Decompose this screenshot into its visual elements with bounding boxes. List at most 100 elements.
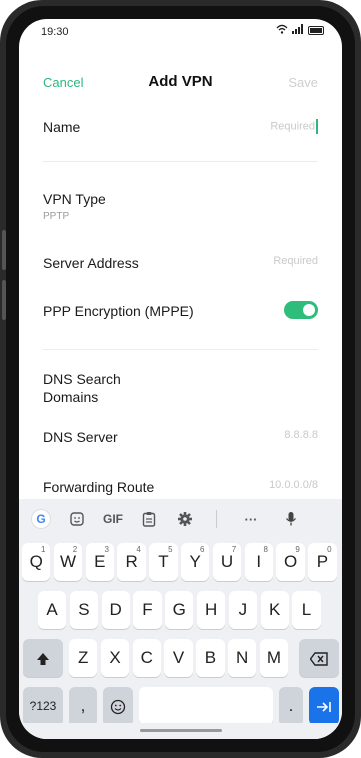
key-o[interactable]: O9 [276,543,305,581]
key-u[interactable]: U7 [212,543,242,581]
navigation-bar [19,723,342,739]
google-button[interactable]: G [23,499,59,539]
key-s[interactable]: S [69,591,99,629]
clipboard-icon[interactable] [131,499,167,539]
key-m[interactable]: M [259,639,289,677]
key-label: N [236,648,249,667]
backspace-key[interactable] [299,639,339,677]
forwarding-route-row[interactable]: Forwarding Route 10.0.0.0/8 [43,479,318,495]
dns-server-row[interactable]: DNS Server 8.8.8.8 [43,429,318,445]
period-key[interactable]: . [279,687,303,725]
vpn-type-label: VPN Type [43,191,106,207]
space-key[interactable] [139,687,273,725]
dns-search-row[interactable]: DNS Search Domains [43,371,318,405]
key-k[interactable]: K [260,591,289,629]
key-t[interactable]: T5 [149,543,178,581]
dns-search-label-line2: Domains [43,389,99,405]
title-bar: Cancel Add VPN Save [19,67,342,97]
key-hint: 4 [136,545,141,554]
home-indicator[interactable] [140,729,222,732]
key-q[interactable]: Q1 [22,543,51,581]
wifi-icon [276,24,288,37]
key-a[interactable]: A [37,591,67,629]
status-bar: 19:30 [19,19,342,45]
keyboard: G GIF ··· ?123 , . Q 1 W 2 E 3 R 4 T 5 Y… [19,499,342,739]
more-button[interactable]: ··· [229,499,273,539]
divider [43,349,318,350]
status-time: 19:30 [41,26,69,38]
google-icon: G [32,510,50,528]
server-address-row[interactable]: Server Address Required [43,255,318,271]
save-button[interactable]: Save [288,75,318,90]
server-address-input[interactable]: Required [273,255,318,267]
encryption-label: PPP Encryption (MPPE) [43,303,194,319]
vpn-type-value: PPTP [43,211,70,222]
key-n[interactable]: N [228,639,257,677]
key-label: J [238,600,248,619]
comma-key[interactable]: , [69,687,97,725]
gear-icon[interactable] [167,499,203,539]
enter-key[interactable] [309,687,339,725]
gif-button[interactable]: GIF [95,499,131,539]
key-f[interactable]: F [133,591,162,629]
key-label: I [256,552,262,571]
key-hint: 5 [168,545,173,554]
key-i[interactable]: I8 [244,543,273,581]
key-d[interactable]: D [101,591,130,629]
key-l[interactable]: L [292,591,321,629]
key-label: G [172,600,186,619]
emoji-key[interactable] [103,687,133,725]
key-g[interactable]: G [165,591,194,629]
key-z[interactable]: Z [69,639,98,677]
name-placeholder: Required [270,120,315,133]
key-hint: 8 [263,545,268,554]
key-label: X [109,648,121,667]
key-label: S [78,600,90,619]
sticker-icon[interactable] [59,499,95,539]
key-label: D [109,600,122,619]
key-label: A [46,600,58,619]
phone-frame: 19:30 Cancel Add VPN Save Name Required [0,0,361,758]
key-j[interactable]: J [228,591,258,629]
signal-icon [292,24,304,37]
key-label: F [142,600,153,619]
encryption-row: PPP Encryption (MPPE) [43,301,318,319]
keyboard-toolbar: G GIF ··· [19,499,342,539]
key-label: M [266,648,282,667]
key-hint: 6 [199,545,205,554]
key-b[interactable]: B [196,639,225,677]
key-x[interactable]: X [100,639,130,677]
key-label: L [301,600,312,619]
encryption-toggle[interactable] [284,301,318,319]
key-w[interactable]: W2 [53,543,83,581]
key-hint: 0 [327,545,332,554]
key-e[interactable]: E3 [85,543,114,581]
key-hint: 3 [104,545,109,554]
key-label: T [158,552,169,571]
symbols-key[interactable]: ?123 [23,687,63,725]
mic-icon[interactable] [273,499,309,539]
shift-key[interactable] [23,639,63,677]
key-v[interactable]: V [164,639,193,677]
key-hint: 7 [231,545,237,554]
key-c[interactable]: C [132,639,161,677]
key-y[interactable]: Y6 [181,543,210,581]
key-p[interactable]: P0 [308,543,337,581]
dns-server-label: DNS Server [43,429,118,445]
forwarding-route-input[interactable]: 10.0.0.0/8 [269,479,318,491]
key-hint: 1 [40,545,46,554]
key-r[interactable]: R4 [117,543,146,581]
toggle-knob [303,304,315,316]
divider [43,161,318,162]
key-h[interactable]: H [196,591,226,629]
name-row[interactable]: Name Required [43,119,318,135]
name-input[interactable]: Required [270,119,318,134]
key-label: Z [78,648,89,667]
key-label: B [204,648,217,667]
status-icons [276,24,324,37]
vpn-type-row[interactable]: VPN Type PPTP [43,191,318,222]
key-label: H [204,600,218,619]
dns-server-input[interactable]: 8.8.8.8 [284,429,318,441]
key-label: K [269,600,281,619]
battery-icon [308,26,324,35]
